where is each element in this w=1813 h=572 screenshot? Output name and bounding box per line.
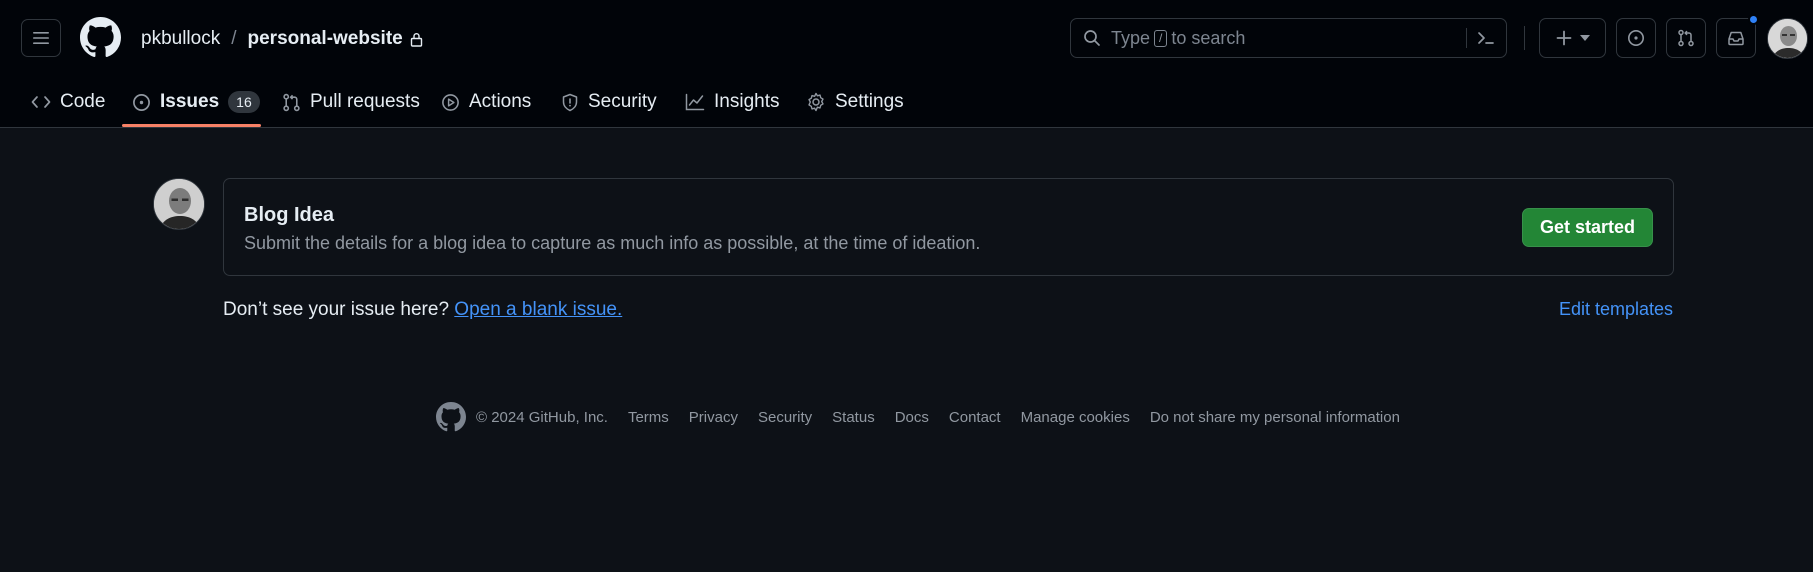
repo-nav-tabs: Code Issues 16 Pull requests Actions Sec…	[0, 76, 1000, 128]
global-header: pkbullock / personal-website Type / to s…	[0, 0, 1813, 128]
blank-issue-prompt: Don’t see your issue here?	[223, 299, 450, 320]
search-input[interactable]: Type / to search	[1070, 18, 1507, 58]
issue-opened-icon	[1628, 30, 1644, 46]
inbox-button[interactable]	[1716, 14, 1759, 58]
footer-link-terms[interactable]: Terms	[628, 409, 669, 426]
tab-security[interactable]: Security	[561, 76, 657, 128]
tab-security-label: Security	[588, 91, 657, 112]
tab-actions[interactable]: Actions	[441, 76, 531, 128]
footer-github-logo[interactable]	[436, 402, 466, 432]
git-pull-request-icon	[283, 93, 300, 111]
author-avatar	[153, 178, 205, 230]
create-new-button[interactable]	[1539, 18, 1606, 58]
user-avatar-image	[1768, 19, 1807, 58]
footer-link-manage-cookies[interactable]: Manage cookies	[1021, 409, 1130, 426]
tab-insights-label: Insights	[714, 91, 780, 112]
footer-link-security[interactable]: Security	[758, 409, 812, 426]
get-started-button[interactable]: Get started	[1522, 208, 1653, 247]
author-avatar-image	[154, 179, 204, 229]
issues-button[interactable]	[1616, 18, 1656, 58]
issue-opened-icon	[133, 93, 150, 111]
footer-link-privacy[interactable]: Privacy	[689, 409, 738, 426]
github-logo-link[interactable]	[80, 17, 121, 58]
chevron-down-icon	[1579, 35, 1590, 41]
tab-pull-requests[interactable]: Pull requests	[282, 76, 420, 128]
footer-link-do-not-share[interactable]: Do not share my personal information	[1150, 409, 1400, 426]
search-divider	[1466, 28, 1467, 48]
tab-insights[interactable]: Insights	[685, 76, 779, 128]
search-shortcut-key: /	[1154, 29, 1168, 47]
tab-code-label: Code	[60, 91, 106, 112]
menu-button[interactable]	[21, 19, 61, 57]
plus-icon	[1556, 30, 1571, 46]
pull-requests-button[interactable]	[1666, 18, 1706, 58]
footer-link-contact[interactable]: Contact	[949, 409, 1001, 426]
shield-icon	[562, 93, 578, 111]
active-tab-indicator	[122, 124, 261, 127]
issue-template-card: Blog Idea Submit the details for a blog …	[223, 178, 1674, 276]
user-avatar-button[interactable]	[1767, 18, 1808, 59]
issues-count-badge: 16	[228, 91, 260, 113]
page-footer: © 2024 GitHub, Inc. Terms Privacy Securi…	[436, 402, 1420, 432]
tab-issues[interactable]: Issues 16	[132, 76, 260, 128]
template-title: Blog Idea	[244, 204, 335, 226]
gear-icon	[808, 92, 824, 112]
graph-icon	[685, 93, 705, 111]
search-icon	[1083, 29, 1101, 47]
footer-link-docs[interactable]: Docs	[895, 409, 929, 426]
footer-copyright: © 2024 GitHub, Inc.	[476, 408, 608, 426]
template-description: Submit the details for a blog idea to ca…	[244, 233, 981, 253]
footer-link-status[interactable]: Status	[832, 409, 875, 426]
github-mark-icon	[80, 17, 121, 57]
owner-link[interactable]: pkbullock	[141, 28, 220, 50]
edit-templates-link[interactable]: Edit templates	[1559, 299, 1673, 320]
search-placeholder-suffix: to search	[1171, 27, 1246, 48]
lock-icon	[410, 32, 423, 47]
tab-actions-label: Actions	[469, 91, 532, 112]
code-icon	[31, 96, 51, 108]
tab-settings-label: Settings	[835, 91, 904, 112]
header-divider	[1524, 26, 1525, 50]
github-mark-icon	[436, 402, 466, 432]
search-placeholder-prefix: Type	[1111, 27, 1151, 48]
tab-code[interactable]: Code	[31, 76, 105, 128]
path-separator: /	[231, 28, 237, 49]
command-palette-icon[interactable]	[1476, 29, 1496, 47]
repo-link[interactable]: personal-website	[248, 28, 403, 50]
repo-breadcrumb: pkbullock / personal-website	[141, 28, 423, 50]
tab-pull-requests-label: Pull requests	[310, 91, 420, 112]
open-blank-issue-link[interactable]: Open a blank issue.	[454, 299, 622, 320]
tab-settings[interactable]: Settings	[806, 76, 904, 128]
git-pull-request-icon	[1678, 29, 1694, 47]
play-icon	[442, 93, 459, 111]
tab-issues-label: Issues	[160, 91, 220, 112]
hamburger-icon	[33, 32, 49, 44]
blank-issue-line: Don’t see your issue here? Open a blank …	[223, 299, 622, 321]
inbox-icon	[1728, 31, 1744, 46]
notification-dot	[1748, 14, 1759, 25]
